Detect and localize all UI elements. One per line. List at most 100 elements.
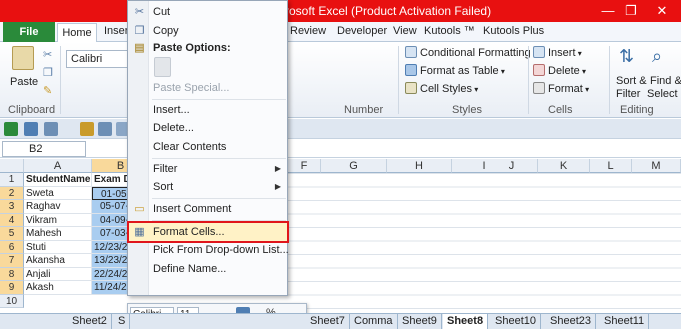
tab-file[interactable]: File <box>3 22 55 42</box>
close-button[interactable]: ✕ <box>648 0 676 22</box>
format-painter-icon[interactable]: ✎ <box>43 84 52 97</box>
tab-kutools-plus[interactable]: Kutools Plus <box>483 25 544 37</box>
menu-sort[interactable]: Sort ▶ <box>129 178 287 196</box>
menu-clear-contents[interactable]: Clear Contents <box>129 138 287 156</box>
column-header-j[interactable]: J <box>486 159 538 173</box>
column-header-l[interactable]: L <box>590 159 632 173</box>
cell-styles-label: Cell Styles <box>420 83 472 95</box>
conditional-formatting-button[interactable]: Conditional Formatting ▾ <box>405 46 537 59</box>
row-header-6[interactable]: 6 <box>0 240 24 254</box>
undo-icon[interactable] <box>44 122 58 136</box>
empty-cells-area[interactable] <box>288 173 681 310</box>
select-all-corner[interactable] <box>0 159 24 173</box>
cell-b8[interactable]: 22/24/2 <box>92 267 132 281</box>
sheet-tab[interactable]: Sheet23 <box>546 314 596 329</box>
tab-kutools[interactable]: Kutools ™ <box>424 25 475 37</box>
menu-insert[interactable]: Insert... <box>129 101 287 119</box>
row-header-2[interactable]: 2 <box>0 186 24 200</box>
cell-a7[interactable]: Akansha <box>24 254 92 268</box>
find-select-icon[interactable]: ⌕ <box>652 46 662 67</box>
sheet-tab-active[interactable]: Sheet8 <box>443 314 489 329</box>
sheet-tab[interactable]: Sheet11 <box>600 314 650 329</box>
row-header-3[interactable]: 3 <box>0 200 24 214</box>
ribbon: Paste ✂ ❐ ✎ Clipboard Calibri Number Con… <box>0 42 681 118</box>
copy-small-icon[interactable]: ❐ <box>43 66 53 79</box>
paste-button[interactable]: Paste <box>10 76 38 88</box>
format-as-table-button[interactable]: Format as Table ▾ <box>405 64 505 77</box>
cell-styles-button[interactable]: Cell Styles ▾ <box>405 82 478 95</box>
row-header-9[interactable]: 9 <box>0 281 24 295</box>
select-label[interactable]: Select <box>647 88 678 100</box>
menu-insert-comment[interactable]: ▭ Insert Comment <box>129 200 287 218</box>
tab-review[interactable]: Review <box>290 25 326 37</box>
format-cells-ribbon-button[interactable]: Format ▾ <box>533 82 589 95</box>
cell-a9[interactable]: Akash <box>24 281 92 295</box>
cell-a8[interactable]: Anjali <box>24 267 92 281</box>
cell-b9[interactable]: 11/24/2 <box>92 281 132 295</box>
menu-define-name[interactable]: Define Name... <box>129 260 287 278</box>
column-header-f[interactable]: F <box>288 159 321 173</box>
sheet-tab[interactable]: Sheet10 <box>491 314 541 329</box>
preview-icon[interactable] <box>98 122 112 136</box>
sort-filter-icon[interactable]: ⇅ <box>619 46 634 67</box>
sheet-tab[interactable]: Sheet7 <box>306 314 350 329</box>
cell-b3[interactable]: 05-07- <box>92 200 132 214</box>
menu-cut[interactable]: ✂ Cut <box>129 3 287 21</box>
restore-button[interactable]: ❐ <box>617 0 645 22</box>
cell-a2[interactable]: Sweta <box>24 186 92 200</box>
cell-a6[interactable]: Stuti <box>24 240 92 254</box>
cell-a5[interactable]: Mahesh <box>24 227 92 241</box>
menu-filter[interactable]: Filter ▶ <box>129 160 287 178</box>
tab-view[interactable]: View <box>393 25 417 37</box>
cell-b1[interactable]: Exam D <box>92 173 132 187</box>
column-header-g[interactable]: G <box>321 159 387 173</box>
tab-developer[interactable]: Developer <box>337 25 387 37</box>
menu-format-cells[interactable]: ▦ Format Cells... <box>127 221 289 243</box>
paste-icon[interactable] <box>12 46 34 70</box>
cut-small-icon[interactable]: ✂ <box>43 48 52 61</box>
row-header-7[interactable]: 7 <box>0 254 24 268</box>
menu-pick-dropdown-label: Pick From Drop-down List... <box>153 244 289 256</box>
column-header-k[interactable]: K <box>538 159 590 173</box>
row-header-5[interactable]: 5 <box>0 227 24 241</box>
save-icon[interactable] <box>24 122 38 136</box>
cell-b5[interactable]: 07-03- <box>92 227 132 241</box>
number-group-label: Number <box>344 104 384 116</box>
menu-copy[interactable]: ❐ Copy <box>129 22 287 40</box>
cell-b7[interactable]: 13/23/2 <box>92 254 132 268</box>
row-header-10[interactable]: 10 <box>0 294 24 308</box>
spreadsheet-grid[interactable]: A B F G H I J K L M 1 StudentName Exam D… <box>0 159 681 310</box>
sort-filter-label[interactable]: Sort & <box>616 75 647 87</box>
column-header-h[interactable]: H <box>387 159 452 173</box>
column-header-a[interactable]: A <box>24 159 92 173</box>
font-name-combo[interactable]: Calibri <box>66 50 128 68</box>
cell-b4[interactable]: 04-09- <box>92 213 132 227</box>
sheet-tab[interactable]: Comma <box>350 314 398 329</box>
find-select-label[interactable]: Find & <box>650 75 681 87</box>
sheet-tab[interactable]: Sheet2 <box>68 314 112 329</box>
copy-icon: ❐ <box>134 25 145 37</box>
submenu-arrow-icon: ▶ <box>274 164 281 173</box>
sheet-tab[interactable]: S <box>114 314 131 329</box>
cell-b6[interactable]: 12/23/2 <box>92 240 132 254</box>
cell-b2[interactable]: 01-05- <box>92 186 132 200</box>
row-header-8[interactable]: 8 <box>0 267 24 281</box>
menu-separator <box>152 220 286 221</box>
cell-a3[interactable]: Raghav <box>24 200 92 214</box>
name-box[interactable]: B2 <box>2 141 86 157</box>
tab-home[interactable]: Home <box>57 23 97 43</box>
row-header-4[interactable]: 4 <box>0 213 24 227</box>
menu-pick-dropdown[interactable]: Pick From Drop-down List... <box>129 241 289 259</box>
cell-a4[interactable]: Vikram <box>24 213 92 227</box>
menu-delete[interactable]: Delete... <box>129 119 287 137</box>
sheet-tab[interactable]: Sheet9 <box>398 314 442 329</box>
cell-a1[interactable]: StudentName <box>24 173 92 187</box>
paste-option-icon[interactable] <box>154 57 171 77</box>
insert-cells-button[interactable]: Insert ▾ <box>533 46 582 59</box>
row-header-1[interactable]: 1 <box>0 173 24 187</box>
column-header-m[interactable]: M <box>632 159 681 173</box>
print-icon[interactable] <box>80 122 94 136</box>
delete-cells-button[interactable]: Delete ▾ <box>533 64 586 77</box>
filter-label[interactable]: Filter <box>616 88 640 100</box>
clipboard-group-label: Clipboard <box>8 104 56 116</box>
